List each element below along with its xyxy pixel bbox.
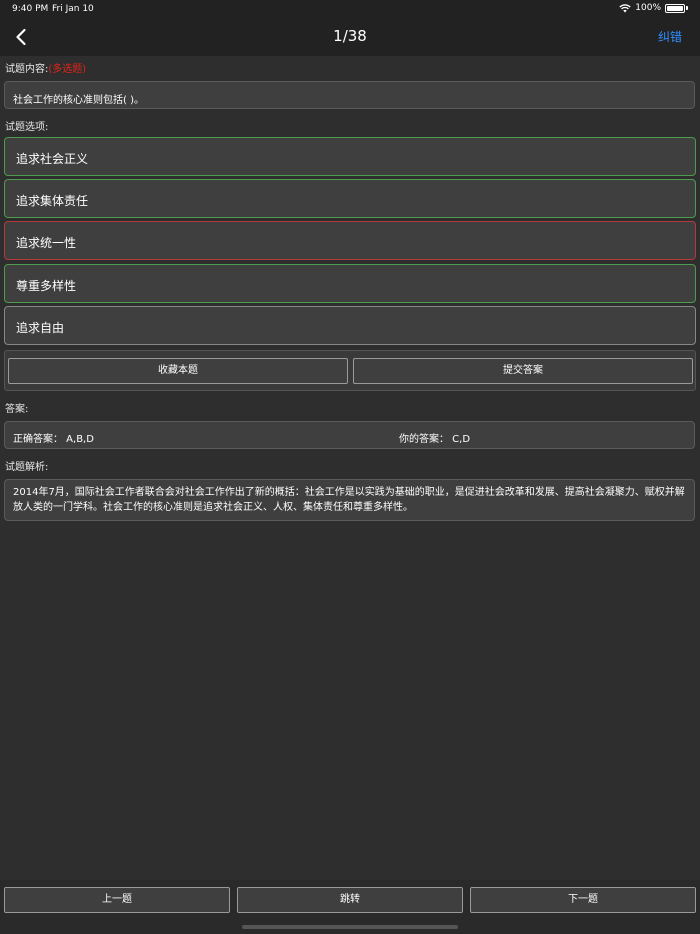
answer-box: 正确答案： A,B,D 你的答案： C,D: [4, 421, 695, 449]
option-d[interactable]: 尊重多样性: [4, 264, 696, 303]
answer-label: 答案:: [5, 404, 29, 415]
prev-question-button[interactable]: 上一题: [4, 887, 230, 913]
page-title: 1/38: [333, 27, 367, 45]
next-question-button[interactable]: 下一题: [470, 887, 696, 913]
battery-tip: [686, 6, 688, 10]
options-label: 试题选项:: [5, 122, 49, 133]
your-answer: 你的答案： C,D: [399, 434, 471, 445]
battery-icon: [665, 3, 685, 13]
submit-answer-button[interactable]: 提交答案: [353, 358, 693, 384]
home-indicator: [242, 925, 458, 929]
option-b[interactable]: 追求集体责任: [4, 179, 696, 218]
analysis-label: 试题解析:: [5, 462, 49, 473]
question-label: 试题内容:: [5, 64, 49, 75]
status-right: 100%: [619, 3, 688, 13]
analysis-text: 2014年7月，国际社会工作者联合会对社会工作作出了新的概括：社会工作是以实践为…: [4, 479, 695, 521]
question-text: 社会工作的核心准则包括( )。: [4, 81, 695, 109]
status-time: 9:40 PM: [12, 4, 49, 14]
wifi-icon: [619, 3, 631, 12]
question-label-row: 试题内容:(多选题): [5, 60, 86, 75]
correct-answer: 正确答案： A,B,D: [13, 434, 94, 445]
question-type-tag: (多选题): [48, 64, 87, 75]
battery-percent: 100%: [635, 3, 661, 13]
report-error-button[interactable]: 纠错: [658, 28, 682, 45]
status-date: Fri Jan 10: [52, 4, 94, 14]
jump-button[interactable]: 跳转: [237, 887, 463, 913]
status-bar: 9:40 PM Fri Jan 10 100%: [0, 0, 700, 18]
favorite-button[interactable]: 收藏本题: [8, 358, 348, 384]
option-e[interactable]: 追求自由: [4, 306, 696, 345]
option-c[interactable]: 追求统一性: [4, 221, 696, 260]
option-a[interactable]: 追求社会正义: [4, 137, 696, 176]
action-bar: 收藏本题 提交答案: [4, 350, 696, 391]
nav-bar: 1/38 纠错: [0, 18, 700, 56]
